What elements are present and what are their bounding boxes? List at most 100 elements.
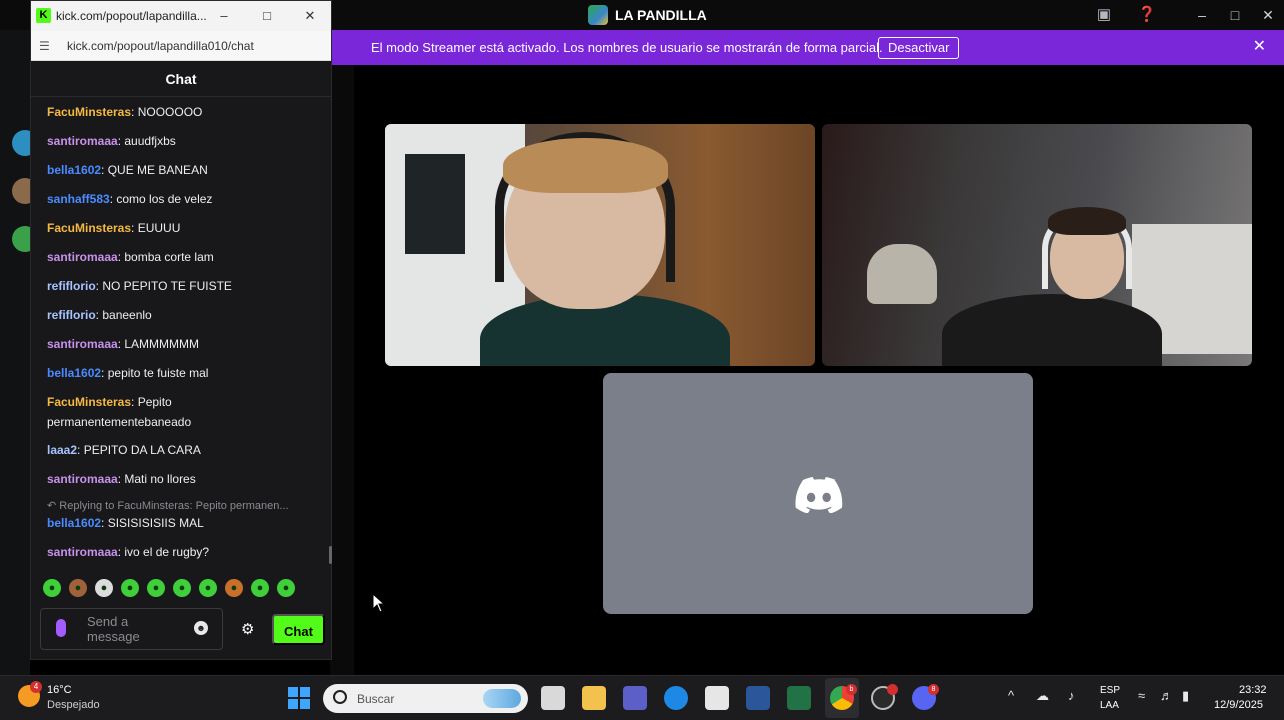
emote-icon[interactable]: ● — [43, 579, 61, 597]
help-icon[interactable]: ❓ — [1137, 6, 1157, 24]
chat-username[interactable]: FacuMinsteras — [47, 221, 131, 235]
emote-icon[interactable]: ● — [147, 579, 165, 597]
person-body — [942, 294, 1162, 366]
chat-username[interactable]: bella1602 — [47, 366, 101, 380]
banner-close-icon[interactable]: ✕ — [1253, 38, 1266, 56]
server-icon — [588, 5, 608, 25]
keyboard-layout[interactable]: LAA — [1100, 700, 1119, 711]
send-chat-button[interactable]: Chat — [272, 614, 325, 645]
site-settings-icon[interactable]: ☰ — [39, 39, 50, 53]
popup-minimize-button[interactable]: – — [214, 6, 234, 26]
emote-icon[interactable]: ● — [277, 579, 295, 597]
clock-date[interactable]: 12/9/2025 — [1214, 699, 1263, 711]
video-tile-camera-off[interactable] — [603, 373, 1033, 614]
clock-time[interactable]: 23:32 — [1239, 684, 1267, 696]
chat-input[interactable]: Send a message ☻ — [40, 608, 223, 650]
emote-icon[interactable]: ● — [69, 579, 87, 597]
chat-message: sanhaff583: como los de velez — [47, 189, 317, 209]
video-tile-participant-1[interactable] — [385, 124, 815, 366]
chat-input-placeholder: Send a message — [87, 614, 140, 644]
chat-username[interactable]: FacuMinsteras — [47, 395, 131, 409]
emote-icon[interactable]: ● — [225, 579, 243, 597]
url-text: kick.com/popout/lapandilla010/chat — [67, 39, 254, 53]
obs-badge — [887, 684, 898, 695]
wifi-icon[interactable]: ≈ — [1138, 688, 1145, 703]
chat-text: : PEPITO DA LA CARA — [77, 443, 201, 457]
chat-username[interactable]: santiromaaa — [47, 134, 118, 148]
weather-temp: 16°C — [47, 684, 72, 696]
file-explorer-icon[interactable] — [582, 686, 606, 710]
popup-maximize-button[interactable]: □ — [257, 6, 277, 26]
show-hidden-icons-icon[interactable]: ^ — [1008, 688, 1014, 703]
chat-message: bella1602: SISISISISIIS MAL — [47, 513, 317, 533]
teams-icon[interactable] — [623, 686, 647, 710]
chat-message: santiromaaa: Mati no llores — [47, 469, 317, 489]
kick-favicon-icon: K — [36, 8, 51, 23]
chat-username[interactable]: refiflorio — [47, 308, 96, 322]
chat-username[interactable]: bella1602 — [47, 163, 101, 177]
emote-icon[interactable]: ● — [251, 579, 269, 597]
excel-icon[interactable] — [787, 686, 811, 710]
disable-streamer-button[interactable]: Desactivar — [878, 37, 960, 59]
volume-icon[interactable]: ♬ — [1160, 688, 1173, 703]
chat-text: : NOOOOOO — [131, 105, 203, 119]
chat-username[interactable]: refiflorio — [47, 279, 96, 293]
reply-context[interactable]: ↶ Replying to FacuMinsteras: Pepito perm… — [47, 499, 317, 512]
video-tile-participant-2[interactable] — [822, 124, 1252, 366]
chat-text: : LAMMMMMM — [117, 337, 200, 351]
task-view-icon[interactable] — [541, 686, 565, 710]
microphone-icon[interactable]: ♪ — [1068, 688, 1075, 703]
mic-icon[interactable] — [56, 619, 66, 637]
discord-logo-icon — [795, 477, 843, 513]
chat-username[interactable]: santiromaaa — [47, 545, 118, 559]
edge-icon[interactable] — [664, 686, 688, 710]
emote-icon[interactable]: ● — [173, 579, 191, 597]
chat-text: : pepito te fuiste mal — [101, 366, 209, 380]
chat-message: bella1602: pepito te fuiste mal — [47, 363, 317, 383]
chat-message: refiflorio: NO PEPITO TE FUISTE — [47, 276, 317, 296]
emote-icon[interactable]: ● — [121, 579, 139, 597]
chat-message: refiflorio: baneenlo — [47, 305, 317, 325]
start-button-icon[interactable] — [288, 687, 310, 709]
emoji-picker-icon[interactable]: ☻ — [194, 621, 208, 635]
chat-username[interactable]: santiromaaa — [47, 472, 118, 486]
inbox-icon[interactable]: ▣ — [1094, 6, 1114, 24]
search-icon — [333, 690, 347, 704]
chat-username[interactable]: sanhaff583 — [47, 192, 110, 206]
chat-message: laaa2: PEPITO DA LA CARA — [47, 440, 317, 460]
emote-icon[interactable]: ● — [95, 579, 113, 597]
search-placeholder: Buscar — [357, 692, 395, 706]
chat-username[interactable]: santiromaaa — [47, 337, 118, 351]
popup-url-bar[interactable]: ☰ kick.com/popout/lapandilla010/chat — [31, 31, 331, 61]
chat-settings-icon[interactable]: ⚙ — [241, 620, 254, 638]
chat-username[interactable]: laaa2 — [47, 443, 77, 457]
server-name: LA PANDILLA — [615, 7, 707, 23]
chat-text: : Mati no llores — [117, 472, 196, 486]
kick-chat-popup: K kick.com/popout/lapandilla... – □ ✕ ☰ … — [30, 0, 332, 660]
popup-titlebar: K kick.com/popout/lapandilla... – □ ✕ — [31, 1, 331, 31]
chat-message: santiromaaa: LAMMMMMM — [47, 334, 317, 354]
weather-badge: 4 — [30, 681, 42, 693]
chat-username[interactable]: FacuMinsteras — [47, 105, 131, 119]
reply-text: Replying to FacuMinsteras: Pepito perman… — [59, 500, 289, 512]
language-code[interactable]: ESP — [1100, 685, 1120, 696]
weather-condition: Despejado — [47, 699, 100, 711]
store-icon[interactable] — [705, 686, 729, 710]
maximize-button[interactable]: □ — [1221, 4, 1249, 26]
channel-list-edge — [330, 65, 354, 675]
server-title: LA PANDILLA — [588, 5, 707, 25]
close-button[interactable]: ✕ — [1254, 4, 1282, 26]
taskbar-search[interactable]: Buscar — [323, 684, 528, 713]
chat-text: : baneenlo — [95, 308, 152, 322]
streamer-mode-banner: El modo Streamer está activado. Los nomb… — [332, 30, 1284, 65]
chat-username[interactable]: bella1602 — [47, 516, 101, 530]
mouse-cursor-icon — [372, 593, 386, 613]
popup-close-button[interactable]: ✕ — [300, 6, 320, 26]
chat-username[interactable]: santiromaaa — [47, 250, 118, 264]
chat-scrollbar[interactable] — [329, 546, 332, 564]
minimize-button[interactable]: – — [1188, 4, 1216, 26]
onedrive-icon[interactable]: ☁ — [1036, 688, 1049, 704]
battery-icon[interactable]: ▮ — [1182, 688, 1189, 704]
emote-icon[interactable]: ● — [199, 579, 217, 597]
word-icon[interactable] — [746, 686, 770, 710]
